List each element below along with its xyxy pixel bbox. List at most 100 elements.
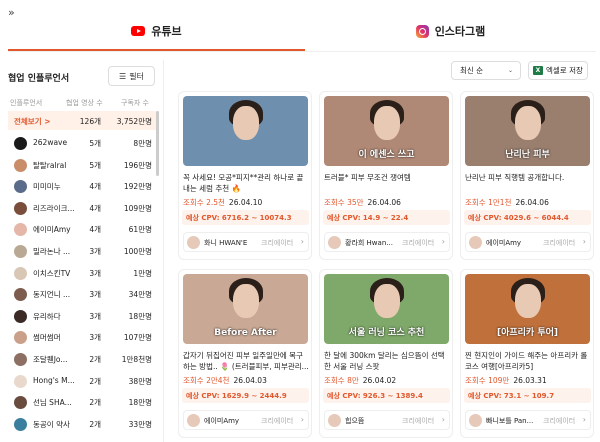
header-influencer: 인플루언서	[10, 99, 43, 107]
influencer-row[interactable]: 이치스킨TV 3개 1만명	[8, 262, 156, 284]
platform-tabs: 유튜브 인스타그램	[8, 12, 596, 50]
video-title[interactable]: 갑자기 뒤집어진 피부 일주일만에 복구하는 방법.. 🌷 (트러블피부, 피부…	[183, 350, 309, 372]
creator-name: 황라희 Hwan...	[345, 239, 393, 247]
video-meta: 조회수 1만1천 26.04.06	[465, 197, 549, 208]
avatar	[14, 244, 27, 258]
creator-chip[interactable]: 에이미Amy 크리에이터 ›	[183, 410, 309, 430]
video-title[interactable]: 난리난 피부 직행템 공개합니다.	[465, 172, 591, 194]
creator-chip[interactable]: 빠니보틀 Pan... 크리에이터 ›	[465, 410, 591, 430]
creator-chip[interactable]: 화니 HWAN'E 크리에이터 ›	[183, 232, 309, 252]
influencer-subscribers: 18만명	[128, 311, 152, 321]
header-subscribers: 구독자 수	[121, 99, 149, 107]
header-video-count: 협업 영상 수	[66, 99, 103, 107]
video-card[interactable]: 난리난 피부 난리난 피부 직행템 공개합니다. 조회수 1만1천 26.04.06 예…	[460, 91, 594, 260]
all-subs: 3,752만명	[116, 117, 152, 126]
all-count: 126개	[79, 117, 101, 126]
influencer-subscribers: 1만명	[133, 268, 152, 278]
video-views: 조회수 2.5천	[183, 198, 225, 207]
avatar	[14, 374, 27, 388]
influencer-subscribers: 61만명	[128, 225, 152, 235]
avatar	[14, 288, 27, 302]
video-title[interactable]: 한 달에 300km 달리는 심으뜸이 선택한 서울 러닝 스팟	[324, 350, 450, 372]
thumbnail-face	[514, 106, 541, 140]
video-title[interactable]: 트러블* 피부 무조건 쟁여템	[324, 172, 450, 194]
avatar	[14, 309, 27, 323]
thumbnail-face	[373, 284, 400, 318]
influencer-row[interactable]: 에이미Amy 4개 61만명	[8, 218, 156, 240]
influencer-video-count: 3개	[89, 246, 101, 256]
video-thumbnail[interactable]: Before After	[183, 274, 308, 344]
video-thumbnail[interactable]: 난리난 피부	[465, 96, 590, 166]
avatar	[14, 417, 27, 431]
video-thumbnail[interactable]	[183, 96, 308, 166]
video-meta: 조회수 109만 26.03.31	[465, 375, 547, 386]
video-thumbnail[interactable]: [아프리카 투어]	[465, 274, 590, 344]
influencer-row[interactable]: 선님 SHA... 2개 18만명	[8, 391, 156, 413]
influencer-subscribers: 107만명	[123, 333, 152, 343]
influencer-row[interactable]: 262wave 5개 8만명	[8, 132, 156, 154]
creator-role: 크리에이터	[543, 417, 576, 425]
sort-select[interactable]: 최신 순 ⌄	[451, 61, 521, 80]
panel-divider	[163, 60, 164, 442]
video-views: 조회수 8만	[324, 376, 359, 385]
creator-chip[interactable]: 힙으뜸 크리에이터 ›	[324, 410, 450, 430]
video-thumbnail[interactable]: 서울 러닝 코스 추천	[324, 274, 449, 344]
instagram-icon	[415, 24, 429, 38]
avatar	[14, 223, 27, 237]
video-card[interactable]: 서울 러닝 코스 추천한 달에 300km 달리는 심으뜸이 선택한 서울 러닝…	[319, 269, 453, 438]
influencer-row[interactable]: 유리하다 3개 18만명	[8, 305, 156, 327]
influencer-list-scrollbar[interactable]	[156, 111, 159, 176]
chevron-right-icon: ›	[582, 415, 586, 424]
influencer-row[interactable]: 조달퀜Jo... 2개 1만8천명	[8, 348, 156, 370]
creator-chip[interactable]: 에이미Amy 크리에이터 ›	[465, 232, 591, 252]
video-meta: 조회수 8만 26.04.02	[324, 375, 396, 386]
filter-button[interactable]: ☰ 필터	[108, 66, 155, 86]
video-card[interactable]: 꼭 사세요! 모공*피지**관리 하나로 끝내는 세럼 추천 🔥 조회수 2.5천…	[178, 91, 312, 260]
filter-icon: ☰	[119, 71, 127, 81]
video-card[interactable]: 이 에센스 쓰고트러블* 피부 무조건 쟁여템조회수 35만 26.04.06 예상…	[319, 91, 453, 260]
influencer-row[interactable]: 썸머썸머 3개 107만명	[8, 326, 156, 348]
video-card[interactable]: Before After 갑자기 뒤집어진 피부 일주일만에 복구하는 방법.. …	[178, 269, 312, 438]
influencer-row[interactable]: 동지언니 ... 3개 34만명	[8, 283, 156, 305]
video-views: 조회수 2만4천	[183, 376, 230, 385]
excel-export-button[interactable]: X 엑셀로 저장	[528, 61, 588, 80]
creator-chip[interactable]: 황라희 Hwan... 크리에이터 ›	[324, 232, 450, 252]
avatar	[469, 236, 482, 249]
influencer-row-all[interactable]: 전체보기 > 126개 3,752만명	[8, 111, 156, 130]
creator-name: 화니 HWAN'E	[204, 239, 248, 247]
video-title[interactable]: 꼭 사세요! 모공*피지**관리 하나로 끝내는 세럼 추천 🔥	[183, 172, 309, 194]
excel-export-label: 엑셀로 저장	[546, 66, 583, 75]
estimated-cpv: 예상 CPV: 14.9 ~ 22.4	[323, 210, 450, 225]
thumbnail-face	[232, 284, 259, 318]
influencer-video-count: 4개	[89, 182, 101, 192]
video-views: 조회수 109만	[465, 376, 510, 385]
influencer-video-count: 2개	[89, 419, 101, 429]
influencer-video-count: 2개	[89, 376, 101, 386]
tab-youtube[interactable]: 유튜브	[8, 12, 305, 50]
influencer-subscribers: 1만8천명	[121, 354, 152, 364]
influencer-row[interactable]: Hong's M... 2개 38만명	[8, 370, 156, 392]
video-date: 26.04.06	[367, 198, 401, 207]
tab-instagram[interactable]: 인스타그램	[305, 12, 596, 50]
estimated-cpv: 예상 CPV: 1629.9 ~ 2444.9	[182, 388, 309, 403]
influencer-row[interactable]: 밀라논나 ... 3개 100만명	[8, 240, 156, 262]
influencer-subscribers: 18만명	[128, 398, 152, 408]
video-views: 조회수 35만	[324, 198, 364, 207]
video-thumbnail[interactable]: 이 에센스 쓰고	[324, 96, 449, 166]
creator-role: 크리에이터	[402, 239, 435, 247]
avatar	[187, 414, 200, 427]
influencer-row[interactable]: 리즈라이크... 4개 109만명	[8, 197, 156, 219]
filter-label: 필터	[129, 71, 144, 81]
video-title[interactable]: 찐 현지인이 가이드 해주는 아프리카 롤코스 여행[아프리카5]	[465, 350, 591, 372]
thumbnail-caption: Before After	[214, 328, 277, 338]
avatar	[328, 414, 341, 427]
influencer-video-count: 4개	[89, 225, 101, 235]
video-card[interactable]: [아프리카 투어] 찐 현지인이 가이드 해주는 아프리카 롤코스 여행[아프리카…	[460, 269, 594, 438]
influencer-row[interactable]: 탈탈ralral 5개 196만명	[8, 154, 156, 176]
influencer-panel-title: 협업 인플루언서	[8, 74, 70, 84]
influencer-row[interactable]: 동공이 약사 2개 33만명	[8, 413, 156, 435]
avatar	[469, 414, 482, 427]
avatar	[187, 236, 200, 249]
influencer-row[interactable]: 미미미누 4개 192만명	[8, 175, 156, 197]
influencer-subscribers: 38만명	[128, 376, 152, 386]
